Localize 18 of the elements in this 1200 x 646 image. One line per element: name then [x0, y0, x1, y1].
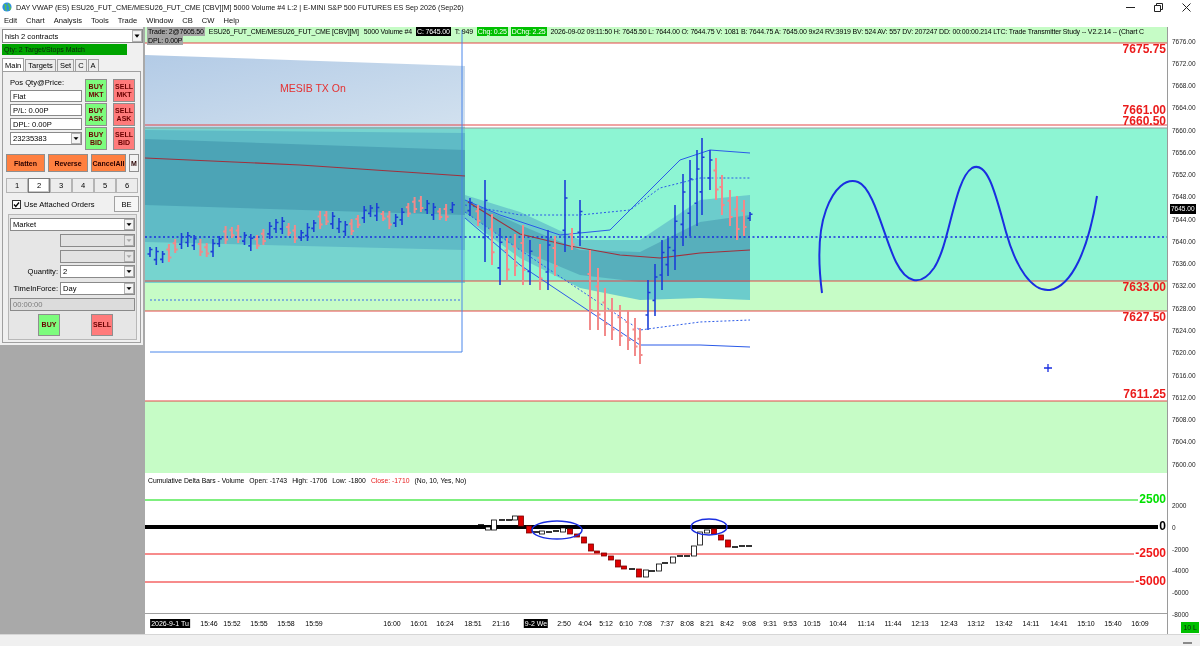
restore-icon — [1153, 2, 1163, 12]
price-level-label: 7675.75 — [1122, 44, 1166, 55]
checkbox[interactable] — [12, 199, 21, 209]
price-level-label: 7661.00 — [1122, 105, 1166, 116]
delta-level-label: -2500 — [1135, 548, 1166, 559]
close-icon — [1181, 2, 1191, 12]
delta-level-label: -5000 — [1135, 576, 1166, 587]
plus-marker-icon — [1043, 363, 1053, 373]
delta-level-label: 2500 — [1139, 494, 1166, 505]
delta-level-label: 0 — [1159, 521, 1166, 532]
price-level-label: 7633.00 — [1122, 282, 1166, 293]
highlight-ellipse — [531, 520, 583, 540]
globe-icon — [2, 2, 12, 12]
highlight-ellipse — [690, 518, 728, 536]
price-level-label: 7611.25 — [1123, 389, 1166, 400]
price-level-label: 7660.50 — [1122, 116, 1166, 127]
price-level-label: 7627.50 — [1122, 312, 1166, 323]
annotation-text: MESIB TX On — [280, 82, 346, 94]
